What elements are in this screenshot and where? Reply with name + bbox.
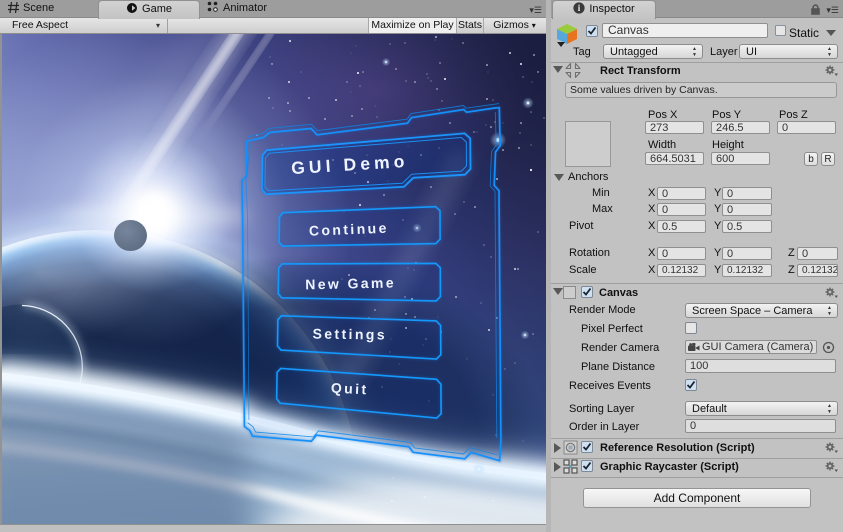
svg-text:New Game: New Game bbox=[305, 274, 396, 292]
svg-text:Settings: Settings bbox=[312, 325, 387, 342]
svg-text:Quit: Quit bbox=[331, 380, 369, 398]
svg-text:Continue: Continue bbox=[309, 220, 389, 239]
